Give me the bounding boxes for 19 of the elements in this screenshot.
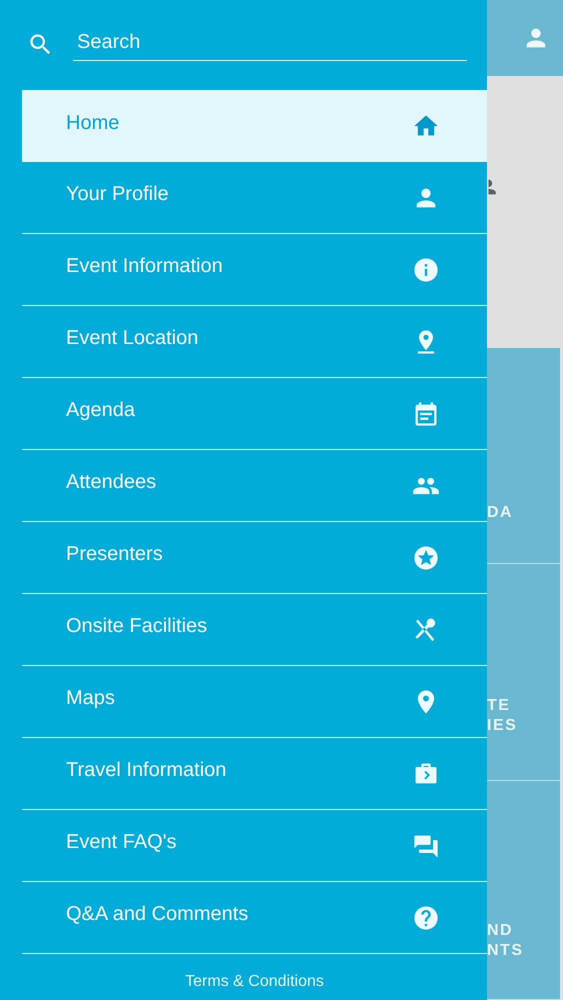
menu-item[interactable]: Presenters	[22, 522, 487, 594]
menu-item[interactable]: Event Information	[22, 234, 487, 306]
menu-tile[interactable]: DA	[487, 348, 560, 564]
menu-item[interactable]: Event FAQ's	[22, 810, 487, 882]
menu-tile[interactable]: TE IES	[487, 564, 560, 781]
menu-item[interactable]: Event Location	[22, 306, 487, 378]
menu-item[interactable]: Maps	[22, 666, 487, 738]
menu-item[interactable]: Attendees	[22, 450, 487, 522]
menu-item[interactable]: Home	[22, 90, 487, 162]
help-icon	[412, 904, 440, 932]
menu-item[interactable]: Agenda	[22, 378, 487, 450]
menu-item[interactable]: Travel Information	[22, 738, 487, 810]
menu-item[interactable]: Q&A and Comments	[22, 882, 487, 954]
menu-item[interactable]: Your Profile	[22, 162, 487, 234]
info-icon	[412, 256, 440, 284]
star-icon	[412, 544, 440, 572]
menu-tile[interactable]: ND NTS	[487, 781, 560, 1000]
terms-link[interactable]: Terms & Conditions	[185, 963, 324, 991]
search-field[interactable]: Search	[73, 27, 467, 61]
